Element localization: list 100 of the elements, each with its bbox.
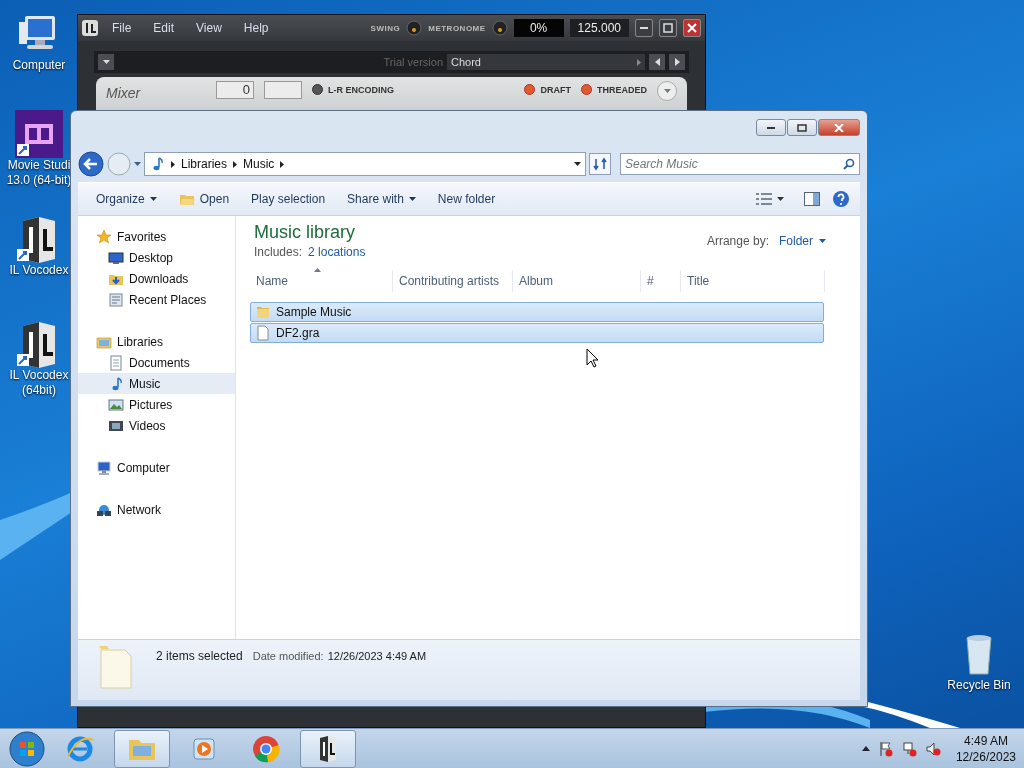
maximize-button[interactable] bbox=[659, 19, 677, 37]
close-button[interactable] bbox=[818, 119, 860, 136]
start-button-icon[interactable] bbox=[8, 729, 46, 768]
chrome-icon bbox=[251, 733, 281, 764]
date-modified-label: Date modified: bbox=[252, 649, 324, 662]
taskbar-button[interactable] bbox=[300, 729, 356, 768]
maximize-icon bbox=[797, 123, 807, 132]
tree-item[interactable]: Music bbox=[78, 373, 235, 394]
toggle[interactable]: DRAFT bbox=[524, 81, 571, 95]
arrange-dropdown[interactable]: Folder bbox=[779, 234, 826, 248]
caret-icon bbox=[819, 239, 826, 243]
forward-circle-icon bbox=[107, 152, 131, 176]
percent-display: 0% bbox=[513, 19, 564, 37]
folder-icon bbox=[255, 304, 271, 320]
left-arrow-icon bbox=[654, 58, 660, 66]
value-field[interactable] bbox=[264, 81, 302, 99]
tree-item[interactable]: Pictures bbox=[78, 394, 235, 415]
film-icon[interactable] bbox=[15, 110, 63, 158]
icon-label: IL Vocodex bbox=[9, 368, 69, 383]
help-icon[interactable] bbox=[832, 190, 850, 208]
preview-pane-icon[interactable] bbox=[804, 192, 820, 206]
toggle[interactable]: THREADED bbox=[581, 81, 647, 95]
right-arrow-icon bbox=[674, 58, 680, 66]
tempo-display: 125.000 bbox=[569, 19, 629, 37]
trial-label: Trial version bbox=[383, 56, 443, 68]
toolbar-button[interactable]: Organize bbox=[88, 188, 165, 210]
caret-icon bbox=[777, 197, 784, 201]
desktop-icon bbox=[108, 249, 124, 266]
dropdown-button[interactable] bbox=[98, 54, 114, 70]
column-header[interactable]: Album bbox=[513, 270, 641, 292]
maximize-icon bbox=[663, 23, 673, 33]
file-icon bbox=[255, 325, 271, 341]
minimize-icon bbox=[767, 126, 775, 129]
locations-link[interactable]: 2 locations bbox=[308, 245, 366, 259]
toolbar-button[interactable]: New folder bbox=[429, 188, 504, 210]
caret-icon bbox=[663, 89, 671, 93]
clock-date[interactable]: 12/26/2023 bbox=[955, 748, 1016, 765]
speaker-icon[interactable] bbox=[925, 740, 942, 757]
knob-icon[interactable] bbox=[491, 20, 508, 36]
caret-icon bbox=[102, 60, 110, 64]
documents-icon bbox=[108, 354, 124, 371]
clock-time[interactable]: 4:49 AM bbox=[963, 732, 1008, 749]
recent-places-icon bbox=[108, 291, 124, 308]
icon-label: Recycle Bin bbox=[947, 678, 1011, 693]
show-hidden-icons-icon[interactable] bbox=[861, 746, 870, 751]
tree-item[interactable]: Computer bbox=[78, 457, 235, 478]
metronome-label: METRONOME bbox=[428, 23, 486, 33]
flag-icon[interactable] bbox=[877, 740, 894, 757]
includes-label: Includes: bbox=[254, 245, 303, 259]
minimize-button[interactable] bbox=[756, 119, 786, 136]
toolbar-button[interactable]: Open bbox=[170, 187, 238, 211]
tree-item[interactable]: Videos bbox=[78, 415, 235, 436]
tree-item[interactable]: Downloads bbox=[78, 268, 235, 289]
arrow-icon bbox=[637, 58, 641, 66]
file-row[interactable]: DF2.gra bbox=[250, 323, 824, 343]
address-bar[interactable]: Libraries Music bbox=[144, 152, 586, 176]
round-button[interactable] bbox=[657, 81, 677, 101]
refresh-icon bbox=[593, 157, 607, 171]
tree-item[interactable]: Documents bbox=[78, 352, 235, 373]
date-modified-value: 12/26/2023 4:49 AM bbox=[327, 649, 427, 662]
breadcrumb-item[interactable]: Libraries bbox=[181, 157, 228, 171]
caret-icon bbox=[408, 197, 416, 201]
search-field[interactable]: Search Music bbox=[620, 153, 860, 175]
computer-icon bbox=[96, 459, 112, 476]
menu-item[interactable]: File bbox=[104, 21, 140, 35]
file-row[interactable]: Sample Music bbox=[250, 302, 824, 322]
mouse-pointer-icon bbox=[586, 348, 599, 368]
menu-item[interactable]: Edit bbox=[145, 21, 183, 35]
next-button[interactable] bbox=[669, 54, 685, 70]
toolbar-button[interactable]: Share with bbox=[339, 188, 424, 210]
swing-label: SWING bbox=[370, 23, 401, 33]
tree-item[interactable]: Desktop bbox=[78, 247, 235, 268]
sort-arrow-icon bbox=[314, 268, 321, 272]
menu-item[interactable]: View bbox=[188, 21, 230, 35]
knob-icon[interactable] bbox=[406, 20, 423, 36]
back-button[interactable] bbox=[78, 151, 104, 177]
minimize-icon bbox=[640, 27, 648, 29]
tree-item[interactable]: Libraries bbox=[78, 331, 235, 352]
previous-button[interactable] bbox=[649, 54, 665, 70]
value-field[interactable]: 0 bbox=[216, 81, 254, 99]
toolbar-button[interactable]: Play selection bbox=[243, 188, 334, 210]
close-button[interactable] bbox=[683, 19, 701, 37]
refresh-button[interactable] bbox=[589, 153, 611, 175]
network-icon[interactable] bbox=[901, 740, 918, 757]
tree-item[interactable]: Network bbox=[78, 499, 235, 520]
menu-item[interactable]: Help bbox=[235, 21, 277, 35]
breadcrumb-item[interactable]: Music bbox=[243, 157, 275, 171]
file-name: DF2.gra bbox=[276, 326, 320, 340]
maximize-button[interactable] bbox=[787, 119, 817, 136]
tree-item[interactable]: Recent Places bbox=[78, 289, 235, 310]
preset-selector[interactable]: Chord bbox=[447, 54, 645, 70]
minimize-button[interactable] bbox=[635, 19, 653, 37]
toggle[interactable]: L-R ENCODING bbox=[312, 81, 394, 95]
column-header[interactable]: Title bbox=[681, 270, 825, 292]
column-header[interactable]: Contributing artists bbox=[393, 270, 513, 292]
preset-name: Chord bbox=[451, 56, 481, 68]
tree-item[interactable]: Favorites bbox=[78, 226, 235, 247]
column-header[interactable]: # bbox=[641, 270, 681, 292]
caret-icon bbox=[574, 162, 581, 166]
file-icon bbox=[98, 644, 134, 690]
